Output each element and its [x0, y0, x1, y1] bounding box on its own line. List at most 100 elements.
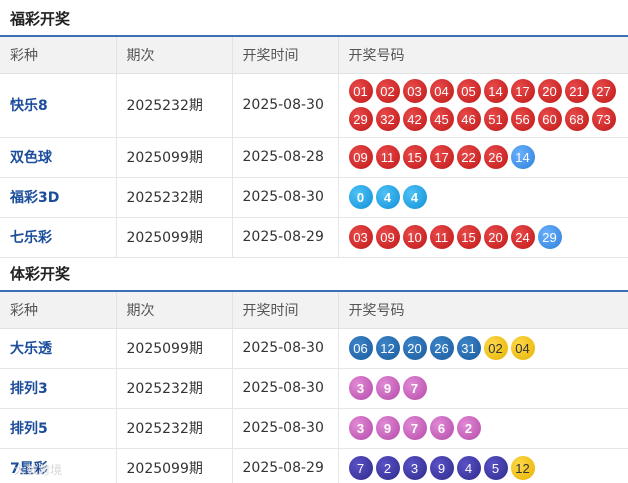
- table-row: 排列3 2025232期 2025-08-30 3 9 7: [0, 368, 628, 409]
- number-ball: 20: [483, 225, 508, 249]
- ball-list: 09 11 15 17 22 26 14: [348, 143, 628, 171]
- number-ball: 42: [402, 107, 427, 131]
- number-ball: 15: [456, 225, 481, 249]
- draw-date-cell: 2025-08-30: [231, 328, 338, 369]
- number-ball: 11: [375, 145, 400, 169]
- lottery-name-link[interactable]: 快乐8: [10, 98, 48, 114]
- table-row: 七乐彩 2025099期 2025-08-29 03 09 10 11 15 20 24 29: [0, 217, 628, 258]
- header-draw-time: 开奖时间: [231, 290, 338, 329]
- number-ball: 2: [456, 416, 481, 440]
- lottery-name-cell: 快乐8: [0, 73, 116, 138]
- lottery-name-cell: 福彩3D: [0, 177, 116, 218]
- issue-cell: 2025232期: [115, 73, 232, 138]
- number-ball: 03: [348, 225, 373, 249]
- number-ball: 21: [564, 79, 589, 103]
- draw-date-cell: 2025-08-29: [231, 448, 338, 483]
- draw-date-cell: 2025-08-28: [231, 137, 338, 178]
- winning-numbers-cell: 09 11 15 17 22 26 14: [337, 137, 628, 178]
- ball-list: 044: [348, 183, 628, 211]
- winning-numbers-cell: 06 12 20 26 31 02 04: [337, 328, 628, 369]
- winning-numbers-cell: 044: [337, 177, 628, 218]
- welfare-lottery-table: 彩种 期次 开奖时间 开奖号码 快乐8 2025232期 2025-08-30 01 0…: [0, 35, 628, 258]
- header-draw-time: 开奖时间: [231, 35, 338, 74]
- number-ball: 5: [483, 456, 508, 480]
- issue-cell: 2025232期: [115, 177, 232, 218]
- header-issue: 期次: [115, 290, 232, 329]
- number-ball: 01: [348, 79, 373, 103]
- number-ball: 4: [375, 185, 400, 209]
- number-ball: 02: [483, 336, 508, 360]
- table-row: 快乐8 2025232期 2025-08-30 01 02 03 04 05 14 17 20 21 2…: [0, 73, 628, 138]
- number-ball: 29: [537, 225, 562, 249]
- issue-cell: 2025232期: [115, 368, 232, 409]
- table-row: 排列5 2025232期 2025-08-30 3 9 7 6 2: [0, 408, 628, 449]
- number-ball: 68: [564, 107, 589, 131]
- lottery-name-link[interactable]: 福彩3D: [10, 190, 59, 206]
- winning-numbers-cell: 03 09 10 11 15 20 24 29: [337, 217, 628, 258]
- sports-lottery-table: 彩种 期次 开奖时间 开奖号码 大乐透 2025099期 2025-08-30 06 1…: [0, 290, 628, 483]
- number-ball: 27: [591, 79, 616, 103]
- number-ball: 32: [375, 107, 400, 131]
- header-winning-numbers: 开奖号码: [337, 290, 628, 329]
- draw-date-cell: 2025-08-30: [231, 73, 338, 138]
- header-winning-numbers: 开奖号码: [337, 35, 628, 74]
- lottery-name-link[interactable]: 双色球: [10, 150, 52, 166]
- table-row: 7星彩 2025099期 2025-08-29 7 2 3 9 4 5 12: [0, 448, 628, 483]
- number-ball: 9: [375, 416, 400, 440]
- number-ball: 12: [510, 456, 535, 480]
- number-ball: 12: [375, 336, 400, 360]
- number-ball: 17: [429, 145, 454, 169]
- ball-list: 39762: [348, 414, 628, 442]
- table-header-row: 彩种 期次 开奖时间 开奖号码: [0, 35, 628, 74]
- number-ball: 9: [429, 456, 454, 480]
- number-ball: 04: [510, 336, 535, 360]
- number-ball: 2: [375, 456, 400, 480]
- number-ball: 20: [402, 336, 427, 360]
- winning-numbers-cell: 39762: [337, 408, 628, 449]
- lottery-name-cell: 七乐彩: [0, 217, 116, 258]
- number-ball: 10: [402, 225, 427, 249]
- number-ball: 0: [348, 185, 373, 209]
- winning-numbers-cell: 397: [337, 368, 628, 409]
- number-ball: 05: [456, 79, 481, 103]
- issue-cell: 2025099期: [115, 217, 232, 258]
- number-ball: 09: [375, 225, 400, 249]
- lottery-name-cell: 排列3: [0, 368, 116, 409]
- winning-numbers-cell: 7 2 3 9 4 5 12: [337, 448, 628, 483]
- number-ball: 14: [510, 145, 535, 169]
- number-ball: 20: [537, 79, 562, 103]
- number-ball: 29: [348, 107, 373, 131]
- number-ball: 3: [348, 376, 373, 400]
- welfare-section-title: 福彩开奖: [10, 10, 71, 28]
- lottery-name-link[interactable]: 大乐透: [10, 341, 52, 357]
- number-ball: 03: [402, 79, 427, 103]
- winning-numbers-cell: 01 02 03 04 05 14 17 20 21 27 29 32 42 45 46 51 56 60 68 73: [337, 73, 628, 138]
- number-ball: 9: [375, 376, 400, 400]
- lottery-name-cell: 排列5: [0, 408, 116, 449]
- lottery-name-link[interactable]: 七乐彩: [10, 230, 52, 246]
- lottery-name-link[interactable]: 排列5: [10, 421, 48, 437]
- ball-list: 01 02 03 04 05 14 17 20 21 27 29 32 42 45 46 51 56 60 68 73: [348, 77, 624, 133]
- number-ball: 3: [402, 456, 427, 480]
- ball-list: 7 2 3 9 4 5 12: [348, 454, 628, 482]
- number-ball: 22: [456, 145, 481, 169]
- ball-list: 06 12 20 26 31 02 04: [348, 334, 628, 362]
- sports-section-title: 体彩开奖: [10, 265, 71, 283]
- number-ball: 31: [456, 336, 481, 360]
- ball-list: 03 09 10 11 15 20 24 29: [348, 223, 628, 251]
- number-ball: 7: [402, 376, 427, 400]
- draw-date-cell: 2025-08-29: [231, 217, 338, 258]
- issue-cell: 2025099期: [115, 137, 232, 178]
- header-issue: 期次: [115, 35, 232, 74]
- number-ball: 15: [402, 145, 427, 169]
- table-row: 双色球 2025099期 2025-08-28 09 11 15 17 22 26 14: [0, 137, 628, 178]
- number-ball: 73: [591, 107, 616, 131]
- lottery-name-link[interactable]: 排列3: [10, 381, 48, 397]
- number-ball: 04: [429, 79, 454, 103]
- number-ball: 06: [348, 336, 373, 360]
- lottery-name-cell: 双色球: [0, 137, 116, 178]
- number-ball: 46: [456, 107, 481, 131]
- number-ball: 4: [456, 456, 481, 480]
- number-ball: 7: [348, 456, 373, 480]
- issue-cell: 2025099期: [115, 328, 232, 369]
